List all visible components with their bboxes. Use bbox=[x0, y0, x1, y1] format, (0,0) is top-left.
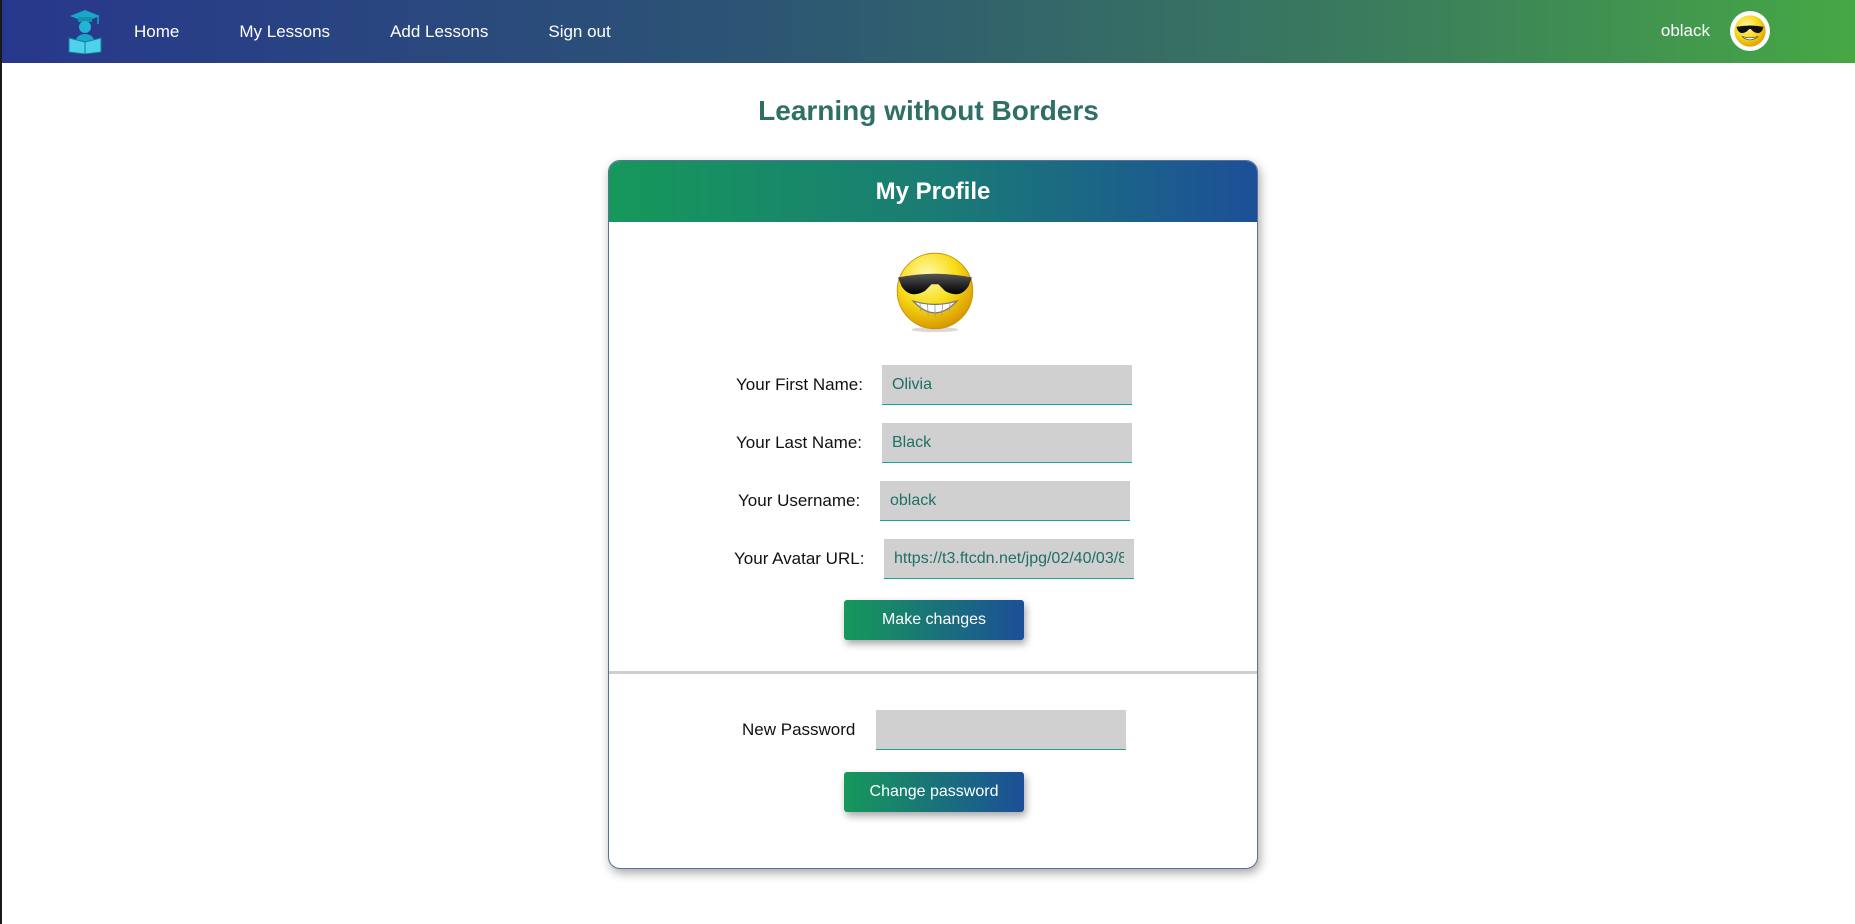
nav-link-home[interactable]: Home bbox=[134, 22, 179, 42]
sunglasses-smiley-icon bbox=[1734, 15, 1766, 47]
section-divider bbox=[609, 671, 1257, 674]
change-password-button[interactable]: Change password bbox=[844, 772, 1024, 812]
sunglasses-smiley-icon bbox=[896, 252, 974, 333]
last-name-label: Your Last Name: bbox=[736, 433, 862, 452]
username-label: Your Username: bbox=[738, 491, 861, 510]
nav-link-add-lessons[interactable]: Add Lessons bbox=[390, 22, 488, 42]
top-navbar: Home My Lessons Add Lessons Sign out obl… bbox=[2, 0, 1855, 63]
nav-username: oblack bbox=[1660, 21, 1710, 40]
username-row: Your Username: bbox=[609, 481, 1257, 521]
profile-card-title: My Profile bbox=[875, 177, 991, 205]
nav-link-my-lessons[interactable]: My Lessons bbox=[239, 22, 330, 42]
nav-links: Home My Lessons Add Lessons Sign out bbox=[134, 0, 671, 63]
nav-link-sign-out[interactable]: Sign out bbox=[548, 22, 610, 42]
nav-avatar[interactable] bbox=[1730, 11, 1770, 51]
first-name-field[interactable] bbox=[882, 365, 1132, 405]
page-title: Learning without Borders bbox=[758, 95, 1099, 126]
new-password-row: New Password bbox=[609, 710, 1257, 750]
profile-avatar bbox=[893, 249, 977, 333]
username-field[interactable] bbox=[880, 481, 1130, 521]
graduate-reading-icon[interactable] bbox=[66, 8, 104, 55]
new-password-field[interactable] bbox=[876, 710, 1126, 750]
first-name-row: Your First Name: bbox=[609, 365, 1257, 405]
avatar-url-row: Your Avatar URL: bbox=[609, 539, 1257, 579]
avatar-url-field[interactable] bbox=[884, 539, 1134, 579]
make-changes-button[interactable]: Make changes bbox=[844, 600, 1024, 640]
avatar-url-label: Your Avatar URL: bbox=[734, 549, 865, 568]
last-name-field[interactable] bbox=[882, 423, 1132, 463]
profile-card-header: My Profile bbox=[609, 161, 1257, 222]
profile-card: My Profile Your First Name: Olivia Your … bbox=[608, 160, 1258, 869]
last-name-row: Your Last Name: bbox=[609, 423, 1257, 463]
new-password-label: New Password bbox=[742, 720, 856, 739]
first-name-label: Your First Name: bbox=[736, 375, 863, 394]
